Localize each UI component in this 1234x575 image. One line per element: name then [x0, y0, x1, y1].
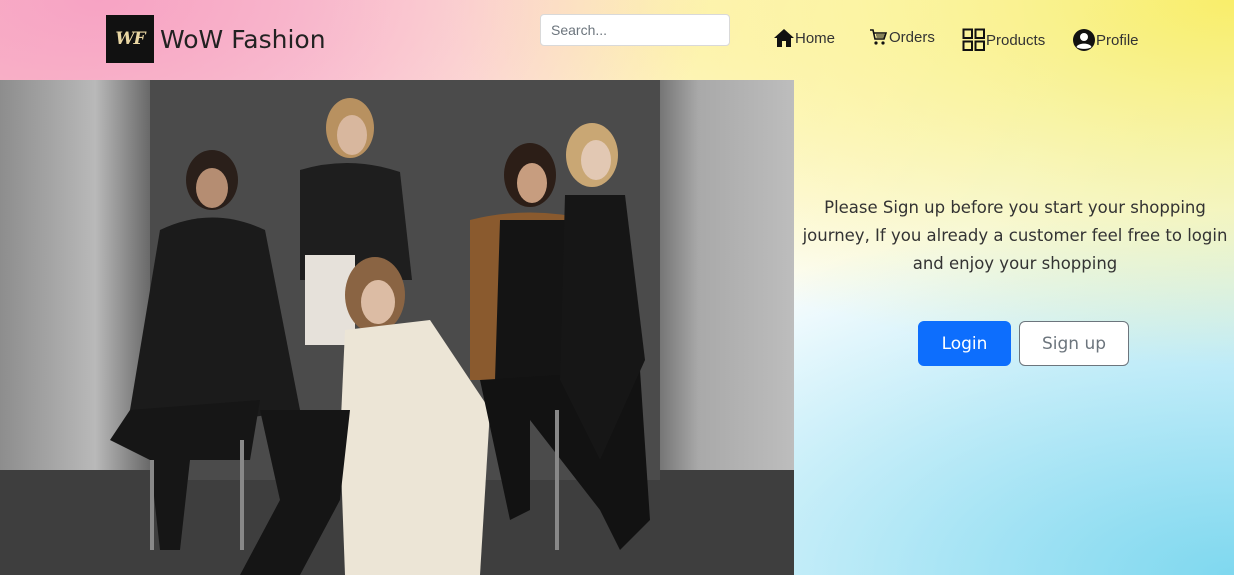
nav-orders[interactable]: Orders — [869, 28, 935, 46]
nav-products-label: Products — [986, 31, 1046, 49]
cart-icon — [870, 29, 887, 45]
hero-photo-models — [0, 80, 794, 575]
search-input[interactable] — [540, 14, 730, 46]
nav-profile[interactable]: Profile — [1072, 28, 1139, 52]
signup-message: Please Sign up before you start your sho… — [802, 198, 1228, 273]
login-button[interactable]: Login — [918, 321, 1011, 366]
brand-name: WoW Fashion — [160, 24, 326, 54]
brand[interactable]: WF WoW Fashion — [106, 15, 326, 63]
signup-button[interactable]: Sign up — [1019, 321, 1129, 366]
nav-orders-label: Orders — [889, 28, 935, 46]
home-icon — [774, 29, 794, 47]
grid-icon — [962, 28, 985, 51]
top-navbar: WF WoW Fashion Home Orders Products — [0, 0, 1234, 80]
models-illustration — [0, 80, 794, 575]
brand-logo: WF — [106, 15, 154, 63]
user-icon — [1073, 29, 1095, 51]
nav-home[interactable]: Home — [773, 28, 835, 48]
nav-products[interactable]: Products — [962, 28, 1045, 52]
nav-home-label: Home — [795, 29, 836, 47]
logo-text: WF — [115, 29, 145, 49]
nav-profile-label: Profile — [1096, 31, 1139, 49]
